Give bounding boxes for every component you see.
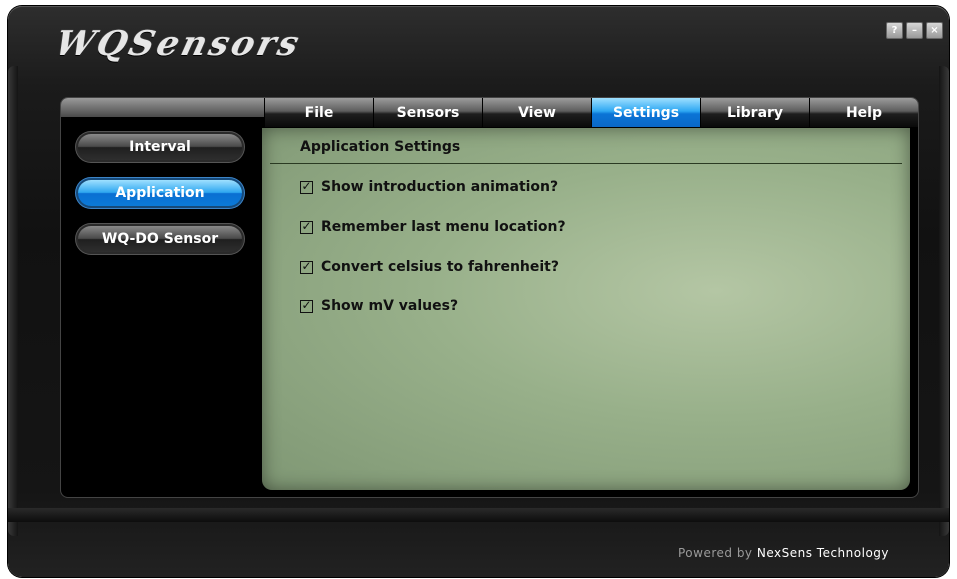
help-icon[interactable]: ?: [886, 22, 903, 39]
left-bevel: [8, 66, 18, 536]
checkbox-checked-icon[interactable]: ✓: [300, 260, 313, 274]
checkbox-checked-icon[interactable]: ✓: [300, 180, 313, 194]
menu-settings[interactable]: Settings: [591, 98, 700, 127]
menu-help[interactable]: Help: [809, 98, 918, 127]
menu-sensors[interactable]: Sensors: [373, 98, 482, 127]
menu-library[interactable]: Library: [700, 98, 809, 127]
checkbox-checked-icon[interactable]: ✓: [300, 220, 313, 234]
right-bevel: [939, 66, 949, 536]
powered-brand: NexSens Technology: [756, 546, 889, 560]
option-intro-animation[interactable]: ✓ Show introduction animation?: [300, 179, 558, 195]
option-label: Show introduction animation?: [321, 179, 559, 195]
powered-prefix: Powered by: [677, 546, 757, 560]
nav-interval-button[interactable]: Interval: [78, 134, 242, 160]
app-logo: WQSensors: [51, 24, 306, 64]
menu-left-band: [61, 98, 264, 117]
menu-file[interactable]: File: [264, 98, 373, 127]
settings-content: Application Settings ✓ Show introduction…: [262, 128, 910, 490]
option-label: Show mV values?: [321, 298, 459, 314]
option-remember-menu[interactable]: ✓ Remember last menu location?: [300, 219, 566, 235]
option-show-mv[interactable]: ✓ Show mV values?: [300, 298, 458, 314]
menu-bar: File Sensors View Settings Library Help: [264, 98, 918, 128]
minimize-icon[interactable]: –: [906, 22, 923, 39]
nav-wq-do-sensor-button[interactable]: WQ-DO Sensor: [78, 226, 242, 252]
checkbox-checked-icon[interactable]: ✓: [300, 299, 313, 313]
close-icon[interactable]: ×: [926, 22, 943, 39]
powered-by-text: Powered by NexSens Technology: [678, 546, 889, 560]
window-controls: ? – ×: [886, 22, 943, 39]
title-divider: [270, 163, 902, 164]
content-title: Application Settings: [300, 139, 461, 155]
option-label: Remember last menu location?: [321, 219, 566, 235]
option-label: Convert celsius to fahrenheit?: [321, 259, 559, 275]
menu-view[interactable]: View: [482, 98, 591, 127]
settings-nav: Interval Application WQ-DO Sensor: [78, 134, 242, 272]
option-celsius-fahrenheit[interactable]: ✓ Convert celsius to fahrenheit?: [300, 259, 559, 275]
footer-band: [8, 508, 949, 522]
nav-application-button[interactable]: Application: [78, 180, 242, 206]
